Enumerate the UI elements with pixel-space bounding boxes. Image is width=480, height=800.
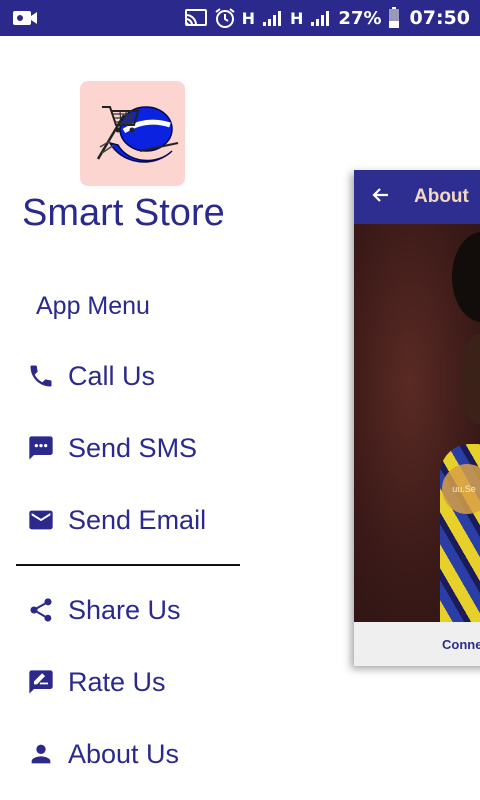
background-app-photo: uu.Se xyxy=(354,224,480,624)
signal-icon xyxy=(310,9,332,27)
status-clock: 07:50 xyxy=(409,7,470,29)
signal-icon xyxy=(262,9,284,27)
menu-item-send-sms[interactable]: Send SMS xyxy=(0,420,258,476)
menu-item-label: Send Email xyxy=(68,504,207,535)
status-bar: H H 27% 07:50 xyxy=(0,0,480,36)
menu-item-rate-us[interactable]: Rate Us xyxy=(0,654,258,710)
email-icon xyxy=(26,505,56,535)
share-icon xyxy=(26,595,56,625)
menu-item-call-us[interactable]: Call Us xyxy=(0,348,258,404)
battery-icon xyxy=(388,7,400,29)
alarm-icon xyxy=(214,7,236,29)
menu-item-send-email[interactable]: Send Email xyxy=(0,492,258,548)
phone-icon xyxy=(26,361,56,391)
battery-percent: 27% xyxy=(338,7,382,29)
app-logo xyxy=(80,81,185,186)
person-icon xyxy=(26,739,56,769)
menu-section-header: App Menu xyxy=(36,292,150,320)
back-arrow-icon xyxy=(372,186,390,209)
video-camera-icon xyxy=(12,9,38,27)
network-type-1: H xyxy=(241,8,256,28)
menu-item-label: Send SMS xyxy=(68,432,198,463)
menu-item-label: Rate Us xyxy=(68,666,166,697)
rate-icon xyxy=(26,667,56,697)
background-app-title: About xyxy=(414,186,469,207)
menu-item-label: Call Us xyxy=(68,360,156,391)
background-app-footer: Conne xyxy=(354,622,480,666)
menu-item-share-us[interactable]: Share Us xyxy=(0,582,258,638)
navigation-drawer: Smart Store App Menu Call Us Send SMS Se… xyxy=(0,36,258,800)
menu-item-label: Share Us xyxy=(68,594,181,625)
background-app-toolbar: About xyxy=(354,170,480,224)
sms-icon xyxy=(26,433,56,463)
app-title: Smart Store xyxy=(22,192,225,234)
cast-icon xyxy=(184,8,208,28)
menu-divider xyxy=(16,564,240,566)
shopping-cart-logo-icon xyxy=(96,106,179,163)
menu-item-about-us[interactable]: About Us xyxy=(0,726,258,782)
background-app-preview: About uu.Se Conne xyxy=(354,170,480,666)
network-type-2: H xyxy=(290,8,304,28)
menu-item-label: About Us xyxy=(68,738,180,769)
